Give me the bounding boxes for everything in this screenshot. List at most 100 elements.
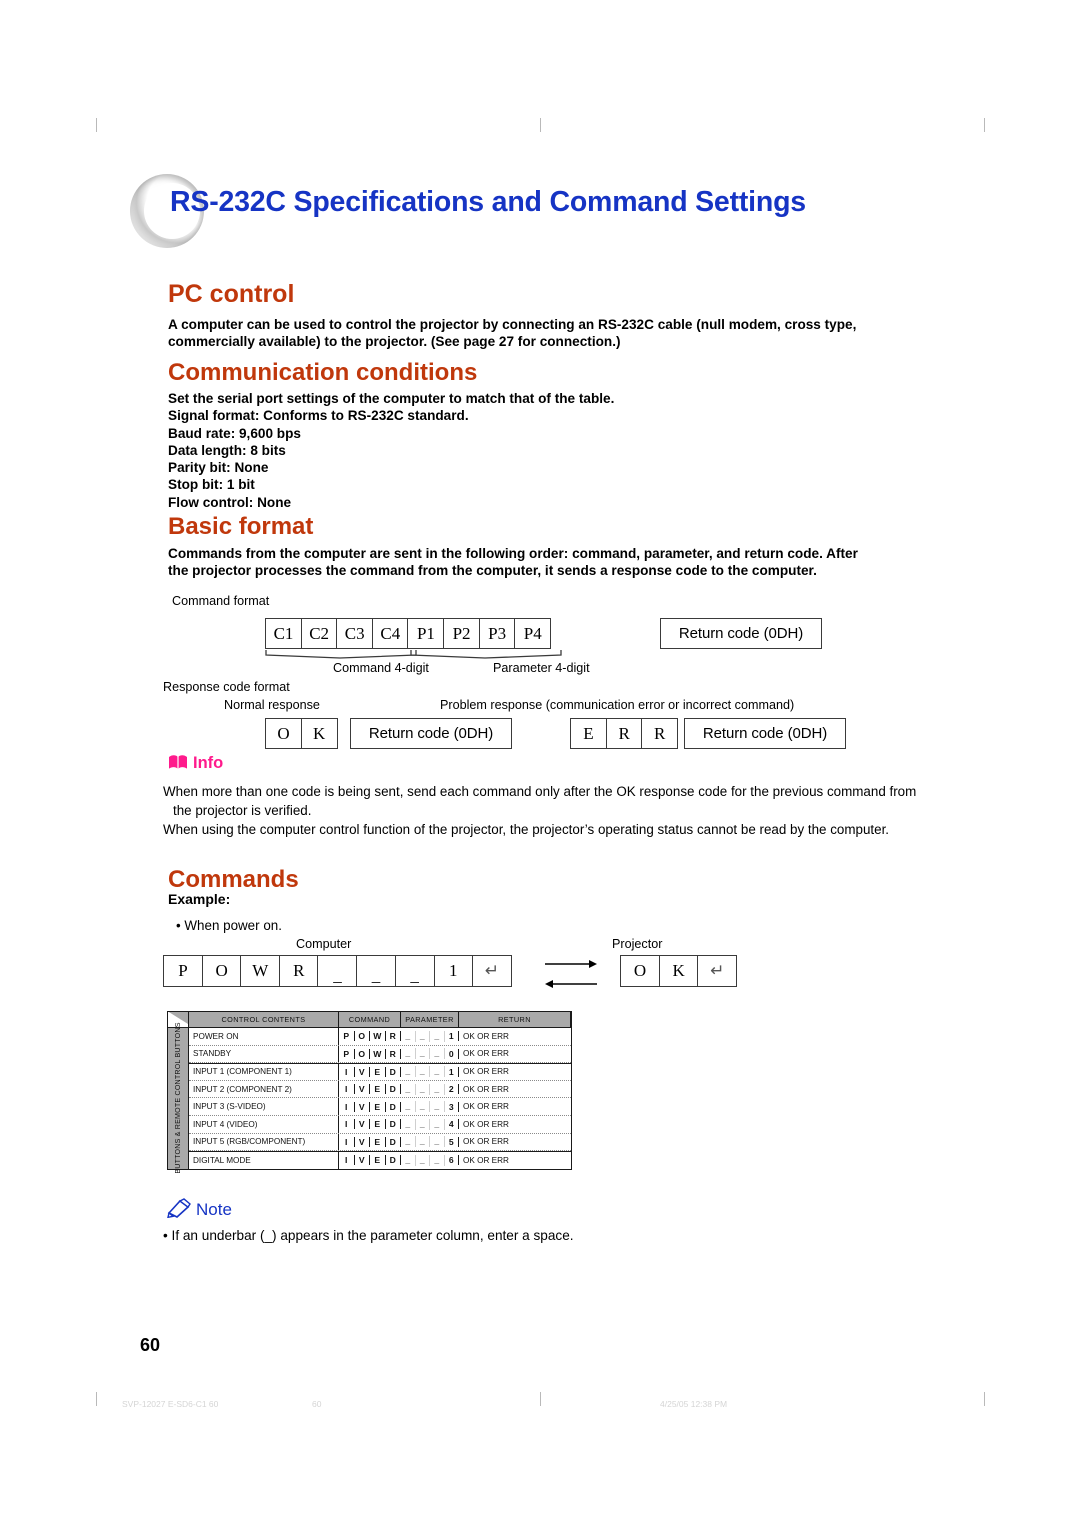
table-row: INPUT 1 (COMPONENT 1) I V E D _ _ _ 1 OK… <box>189 1063 571 1081</box>
comm-line-5: Stop bit: 1 bit <box>168 477 255 493</box>
command-cell-c4: C4 <box>371 618 409 649</box>
computer-label: Computer <box>296 937 352 951</box>
param-char: _ <box>430 1066 445 1078</box>
row-command: I V E D <box>339 1134 401 1151</box>
pc-control-line-1: A computer can be used to control the pr… <box>168 317 857 332</box>
cmd-char: W <box>370 1048 386 1059</box>
crop-mark-bottom-right <box>984 1392 985 1406</box>
param-char: _ <box>401 1048 416 1060</box>
row-name: INPUT 1 (COMPONENT 1) <box>189 1064 339 1080</box>
note-bullet: • If an underbar (_) appears in the para… <box>163 1228 574 1243</box>
ok-response-cells: O K <box>265 718 338 749</box>
projector-example-cells: O K ↵ <box>620 955 738 987</box>
row-parameter: _ _ _ 3 <box>401 1098 459 1115</box>
cmd-char: R <box>386 1031 401 1042</box>
param-char: _ <box>416 1101 430 1113</box>
return-code-label-ok: Return code (0DH) <box>350 718 512 749</box>
err-return-code-box: Return code (0DH) <box>684 718 846 749</box>
crop-mark-bottom-left <box>96 1392 97 1406</box>
basic-format-paragraph: Commands from the computer are sent in t… <box>168 545 940 580</box>
pc-control-paragraph: A computer can be used to control the pr… <box>168 316 936 351</box>
param-char: _ <box>416 1048 430 1060</box>
cmd-char: V <box>355 1084 370 1095</box>
row-name: INPUT 4 (VIDEO) <box>189 1115 339 1133</box>
table-row: INPUT 3 (S-VIDEO) I V E D _ _ _ 3 OK OR … <box>189 1098 571 1116</box>
heading-commands: Commands <box>168 866 299 893</box>
param-char: 6 <box>445 1155 459 1166</box>
row-name: STANDBY <box>189 1045 339 1063</box>
info-bullet-2: When using the computer control function… <box>163 822 890 838</box>
parameter-4digit-label: Parameter 4-digit <box>493 661 590 675</box>
crop-mark-top-center <box>540 118 541 132</box>
page-title-banner: RS-232C Specifications and Command Setti… <box>130 174 960 248</box>
table-row: STANDBY P O W R _ _ _ 0 OK OR ERR <box>189 1045 571 1064</box>
cmd-char: I <box>339 1155 355 1166</box>
command-cell-c1: C1 <box>265 618 302 649</box>
row-name: INPUT 5 (RGB/COMPONENT) <box>189 1133 339 1151</box>
command-cell-p4: P4 <box>514 618 552 649</box>
cmd-char: D <box>386 1101 401 1112</box>
return-code-label-command: Return code (0DH) <box>660 618 822 649</box>
cmd-char: E <box>370 1155 386 1166</box>
computer-example-cells: P O W R _ _ _ 1 ↵ <box>163 955 512 987</box>
row-name: INPUT 2 (COMPONENT 2) <box>189 1080 339 1098</box>
response-code-format-label: Response code format <box>163 680 290 694</box>
underscore-glyph-2: _ <box>371 966 381 985</box>
crop-mark-top-left <box>96 118 97 132</box>
table-row: DIGITAL MODE I V E D _ _ _ 6 OK OR ERR <box>189 1151 571 1169</box>
command-table-header-row: CONTROL CONTENTS COMMAND PARAMETER RETUR… <box>168 1012 571 1028</box>
problem-response-label: Problem response (communication error or… <box>440 698 795 712</box>
example-bullet: • When power on. <box>176 918 282 933</box>
cmd-char: D <box>386 1066 401 1077</box>
cmd-char: R <box>386 1048 401 1059</box>
row-return: OK OR ERR <box>463 1119 509 1129</box>
cmd-char: E <box>370 1084 386 1095</box>
param-char: _ <box>401 1101 416 1113</box>
crop-mark-bottom-center <box>540 1392 541 1406</box>
table-row: INPUT 4 (VIDEO) I V E D _ _ _ 4 OK OR ER… <box>189 1115 571 1134</box>
pc-control-line-2: commercially available) to the projector… <box>168 334 621 350</box>
ok-cell-o: O <box>265 718 302 749</box>
row-parameter: _ _ _ 2 <box>401 1081 459 1098</box>
row-return: OK OR ERR <box>463 1067 509 1077</box>
comm-line-4: Parity bit: None <box>168 460 269 476</box>
param-char: _ <box>430 1101 445 1113</box>
table-row: INPUT 5 (RGB/COMPONENT) I V E D _ _ _ 5 … <box>189 1133 571 1152</box>
footer-right: 4/25/05 12:38 PM <box>660 1399 728 1409</box>
note-bullet-text: If an underbar (_) appears in the parame… <box>171 1228 574 1243</box>
cmd-char: O <box>355 1031 370 1042</box>
command-format-cells: C1 C2 C3 C4 P1 P2 P3 P4 <box>265 618 552 649</box>
arrow-left-icon <box>545 980 597 988</box>
table-row: POWER ON P O W R _ _ _ 1 OK OR ERR <box>189 1028 571 1046</box>
computer-cell-4: _ <box>317 955 358 987</box>
param-char: 0 <box>445 1048 459 1059</box>
cmd-char: E <box>370 1101 386 1112</box>
table-row: INPUT 2 (COMPONENT 2) I V E D _ _ _ 2 OK… <box>189 1080 571 1099</box>
heading-basic-format: Basic format <box>168 513 314 540</box>
computer-cell-6: _ <box>394 955 435 987</box>
row-command: P O W R <box>339 1046 401 1063</box>
basic-format-line-2: the projector processes the command from… <box>168 563 817 579</box>
command-table-body: BUTTONS & REMOTE CONTROL BUTTONS POWER O… <box>168 1023 571 1174</box>
command-cell-c2: C2 <box>300 618 338 649</box>
cmd-char: I <box>339 1136 355 1147</box>
command-cell-p1: P1 <box>407 618 445 649</box>
cmd-char: I <box>339 1101 355 1112</box>
footer-center: 60 <box>312 1399 322 1409</box>
computer-cell-5: _ <box>356 955 397 987</box>
page-title: RS-232C Specifications and Command Setti… <box>170 186 806 218</box>
row-command: I V E D <box>339 1064 401 1080</box>
cmd-char: W <box>370 1031 386 1042</box>
comm-line-3: Data length: 8 bits <box>168 442 286 458</box>
cmd-char: D <box>386 1136 401 1147</box>
param-char: 3 <box>445 1101 459 1112</box>
projector-cell-1: K <box>658 955 699 987</box>
computer-cell-2: W <box>240 955 281 987</box>
param-char: _ <box>430 1083 445 1095</box>
comm-line-0: Set the serial port settings of the comp… <box>168 391 615 406</box>
table-side-label-bar: BUTTONS & REMOTE CONTROL BUTTONS <box>168 1023 189 1174</box>
err-cell-r1: R <box>605 718 643 749</box>
command-cell-c3: C3 <box>336 618 374 649</box>
err-response-cells: E R R <box>570 718 679 749</box>
cmd-char: V <box>355 1155 370 1166</box>
